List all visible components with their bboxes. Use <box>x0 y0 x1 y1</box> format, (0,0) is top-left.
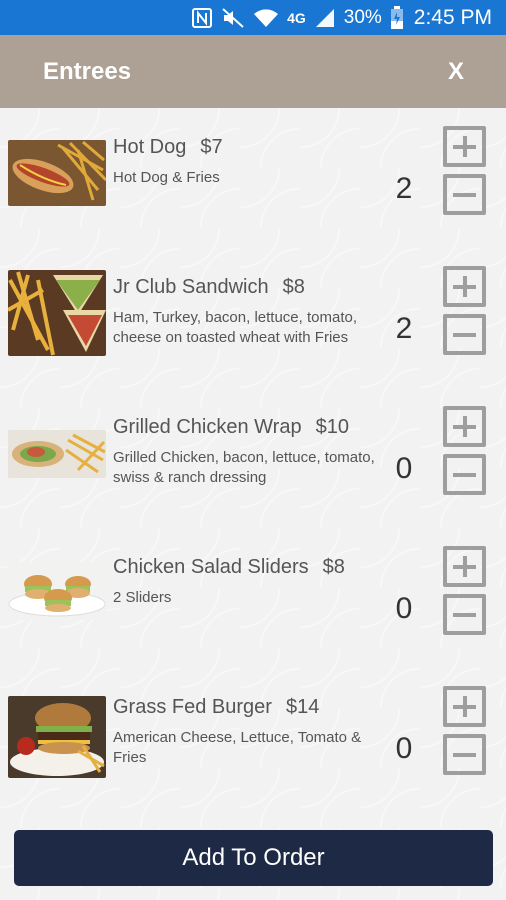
item-title: Chicken Salad Sliders <box>113 556 309 578</box>
clock: 2:45 PM <box>413 5 492 29</box>
increase-quantity-button[interactable] <box>443 546 486 587</box>
close-button[interactable]: X <box>448 58 464 86</box>
item-price: $10 <box>315 416 349 438</box>
item-title: Jr Club Sandwich <box>113 276 269 298</box>
item-price: $8 <box>322 556 345 578</box>
menu-item: Hot Dog $7 Hot Dog & Fries 2 <box>0 126 506 248</box>
increase-quantity-button[interactable] <box>443 266 486 307</box>
quantity-value: 2 <box>395 172 413 205</box>
item-name: Jr Club Sandwich $8 <box>113 276 305 299</box>
item-title: Grass Fed Burger <box>113 696 272 718</box>
chicken-wrap-image <box>8 430 106 478</box>
item-description: Ham, Turkey, bacon, lettuce, tomato, che… <box>113 309 357 346</box>
decrease-quantity-button[interactable] <box>443 454 486 495</box>
item-description: Hot Dog & Fries <box>113 169 220 186</box>
item-price: $7 <box>200 136 223 158</box>
decrease-quantity-button[interactable] <box>443 594 486 635</box>
menu-item: Chicken Salad Sliders $8 2 Sliders 0 <box>0 546 506 668</box>
item-description: Grilled Chicken, bacon, lettuce, tomato,… <box>113 449 375 486</box>
item-title: Hot Dog <box>113 136 187 158</box>
item-title: Grilled Chicken Wrap <box>113 416 302 438</box>
item-description: 2 Sliders <box>113 589 172 606</box>
quantity-value: 2 <box>395 312 413 345</box>
decrease-quantity-button[interactable] <box>443 314 486 355</box>
club-sandwich-image <box>8 270 106 356</box>
quantity-value: 0 <box>395 452 413 485</box>
network-label: 4G <box>287 9 306 26</box>
signal-icon <box>314 6 336 30</box>
increase-quantity-button[interactable] <box>443 406 486 447</box>
page-title: Entrees <box>43 57 132 85</box>
item-name: Hot Dog $7 <box>113 136 223 159</box>
item-name: Chicken Salad Sliders $8 <box>113 556 345 579</box>
wifi-icon <box>253 6 279 30</box>
menu-list: Hot Dog $7 Hot Dog & Fries 2 Jr Club San… <box>0 108 506 900</box>
decrease-quantity-button[interactable] <box>443 734 486 775</box>
status-bar: 4G 30% 2:45 PM <box>0 0 506 35</box>
item-name: Grass Fed Burger $14 <box>113 696 319 719</box>
sliders-image <box>8 562 106 620</box>
decrease-quantity-button[interactable] <box>443 174 486 215</box>
battery-percent: 30% <box>343 6 382 28</box>
menu-item: Grass Fed Burger $14 American Cheese, Let… <box>0 686 506 808</box>
menu-item: Grilled Chicken Wrap $10 Grilled Chicken,… <box>0 406 506 528</box>
item-price: $8 <box>282 276 305 298</box>
increase-quantity-button[interactable] <box>443 686 486 727</box>
battery-icon <box>390 5 404 30</box>
item-name: Grilled Chicken Wrap $10 <box>113 416 349 439</box>
add-to-order-button[interactable]: Add To Order <box>14 830 493 886</box>
nfc-icon <box>191 6 213 30</box>
header-bar: Entrees X <box>0 35 506 108</box>
item-description: American Cheese, Lettuce, Tomato & Fries <box>113 729 362 766</box>
increase-quantity-button[interactable] <box>443 126 486 167</box>
mute-icon <box>221 6 245 30</box>
hot-dog-image <box>8 140 106 206</box>
item-price: $14 <box>285 696 320 718</box>
quantity-value: 0 <box>395 732 413 765</box>
menu-item: Jr Club Sandwich $8 Ham, Turkey, bacon, l… <box>0 266 506 388</box>
burger-image <box>8 696 106 778</box>
quantity-value: 0 <box>395 592 413 625</box>
